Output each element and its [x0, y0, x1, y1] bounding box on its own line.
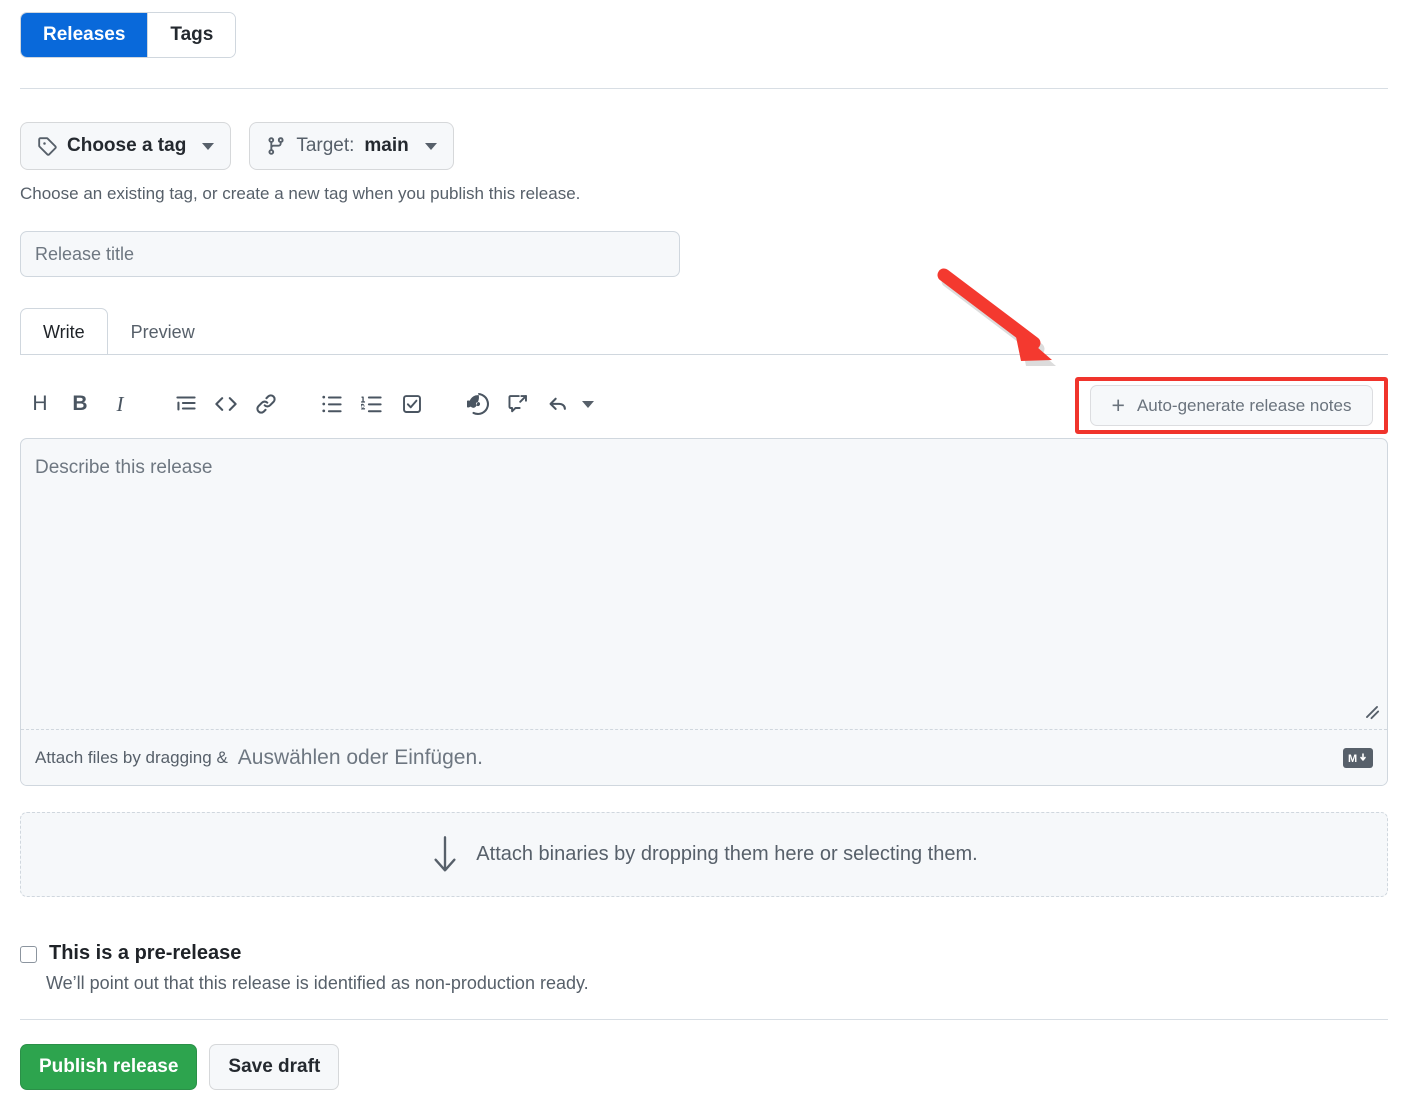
- prerelease-description: We’ll point out that this release is ide…: [46, 973, 589, 993]
- heading-icon[interactable]: H: [20, 384, 60, 424]
- bold-icon[interactable]: B: [60, 384, 100, 424]
- auto-generate-label: Auto-generate release notes: [1136, 395, 1352, 415]
- unordered-list-icon[interactable]: [312, 384, 352, 424]
- arrow-down-icon: [434, 835, 456, 871]
- tab-preview[interactable]: Preview: [108, 308, 218, 355]
- tag-hint-text: Choose an existing tag, or create a new …: [20, 184, 581, 203]
- releases-tags-tabs: Releases Tags: [20, 12, 237, 58]
- reply-icon[interactable]: [538, 384, 578, 424]
- editor-tabs-underline: [20, 354, 1388, 355]
- code-icon[interactable]: [206, 384, 246, 424]
- tab-write[interactable]: Write: [20, 308, 108, 355]
- prerelease-label[interactable]: This is a pre-release: [49, 942, 241, 965]
- italic-icon[interactable]: I: [100, 384, 140, 424]
- release-description-placeholder[interactable]: Describe this release: [35, 457, 212, 479]
- mention-icon[interactable]: [458, 384, 498, 424]
- editor-tabs: Write Preview: [20, 308, 218, 355]
- attach-binaries-text: Attach binaries by dropping them here or…: [476, 843, 978, 865]
- footer-divider: [20, 1019, 1388, 1020]
- release-selectors: Choose a tag Target: main: [20, 122, 454, 170]
- plus-icon: +: [1111, 392, 1125, 418]
- tab-releases[interactable]: Releases: [21, 13, 149, 57]
- tag-icon: [37, 136, 57, 156]
- tab-tags[interactable]: Tags: [148, 13, 236, 57]
- target-value: main: [364, 135, 409, 156]
- link-icon[interactable]: [246, 384, 286, 424]
- release-title-input[interactable]: [20, 231, 680, 277]
- publish-release-button[interactable]: Publish release: [20, 1044, 198, 1090]
- header-divider: [20, 88, 1388, 89]
- save-draft-button[interactable]: Save draft: [209, 1044, 340, 1090]
- git-branch-icon: [266, 136, 286, 156]
- target-label: Target:: [296, 135, 355, 156]
- ordered-list-icon[interactable]: [352, 384, 392, 424]
- release-actions: Publish release Save draft: [20, 1044, 340, 1090]
- resize-handle[interactable]: [1363, 703, 1381, 721]
- attach-files-footer: Attach files by dragging & Auswählen ode…: [21, 729, 1387, 785]
- create-release-page: Releases Tags Choose a tag Target: main: [0, 0, 1408, 1105]
- markdown-icon[interactable]: M: [1343, 747, 1373, 768]
- quote-icon[interactable]: [166, 384, 206, 424]
- auto-generate-release-notes-button[interactable]: + Auto-generate release notes: [1090, 385, 1373, 426]
- choose-tag-button[interactable]: Choose a tag: [20, 122, 232, 170]
- target-branch-button[interactable]: Target: main: [249, 122, 454, 170]
- reference-icon[interactable]: [498, 384, 538, 424]
- release-description-box: Describe this release Attach files by dr…: [20, 438, 1388, 786]
- svg-text:M: M: [1348, 753, 1357, 765]
- chevron-down-icon: [202, 142, 215, 150]
- annotation-arrow-icon: [937, 268, 1056, 366]
- choose-tag-label: Choose a tag: [67, 135, 187, 156]
- task-list-icon[interactable]: [392, 384, 432, 424]
- attach-files-text-de[interactable]: Auswählen oder Einfügen.: [238, 746, 483, 770]
- chevron-down-icon: [424, 142, 437, 150]
- reply-chevron-down-icon[interactable]: [582, 400, 594, 408]
- prerelease-checkbox[interactable]: [20, 946, 37, 963]
- attach-files-text-en: Attach files by dragging &: [35, 747, 228, 767]
- prerelease-row: This is a pre-release: [20, 942, 241, 965]
- attach-binaries-dropzone[interactable]: Attach binaries by dropping them here or…: [20, 812, 1388, 897]
